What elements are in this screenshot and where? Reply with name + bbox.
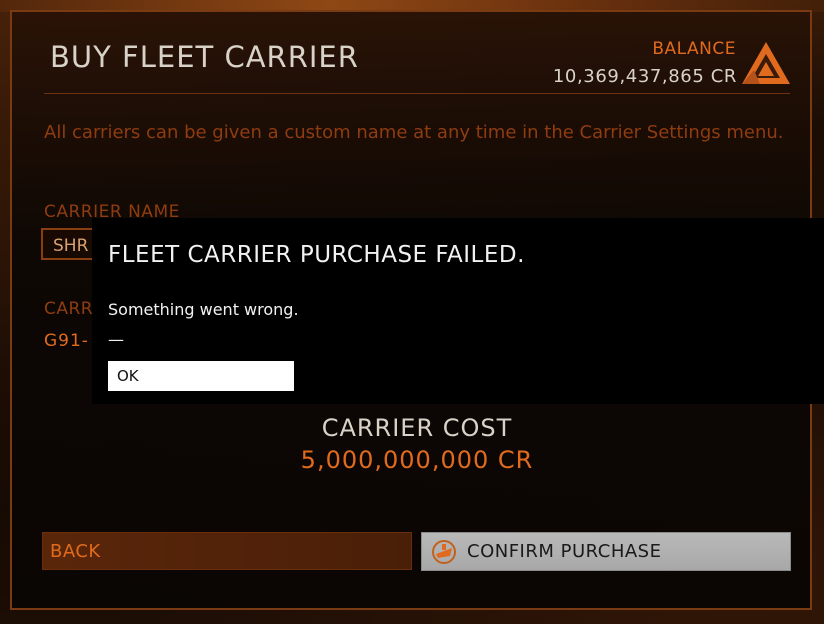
carrier-callsign-label: CARR — [44, 299, 94, 319]
carrier-cost-label: CARRIER COST — [321, 414, 513, 442]
header-divider — [44, 93, 790, 94]
dialog-message: Something went wrong. — [108, 300, 299, 319]
balance-label: BALANCE — [652, 39, 736, 59]
ok-button[interactable]: OK — [108, 361, 294, 391]
balance-value: 10,369,437,865 CR — [552, 66, 737, 87]
confirm-purchase-button[interactable]: CONFIRM PURCHASE — [421, 532, 791, 571]
carrier-callsign-value: G91- — [44, 331, 89, 351]
back-button-label: BACK — [50, 541, 101, 562]
fleet-carrier-icon — [432, 540, 456, 564]
carrier-cost-value: 5,000,000,000 CR — [300, 446, 534, 474]
dialog-detail: — — [108, 330, 124, 349]
intro-text: All carriers can be given a custom name … — [44, 122, 784, 143]
elite-triangle-logo-icon — [742, 42, 790, 84]
error-dialog: FLEET CARRIER PURCHASE FAILED. Something… — [92, 218, 824, 404]
confirm-purchase-label: CONFIRM PURCHASE — [467, 541, 662, 562]
page-title: BUY FLEET CARRIER — [50, 40, 359, 74]
dialog-title: FLEET CARRIER PURCHASE FAILED. — [108, 242, 525, 268]
back-button[interactable]: BACK — [42, 532, 412, 570]
